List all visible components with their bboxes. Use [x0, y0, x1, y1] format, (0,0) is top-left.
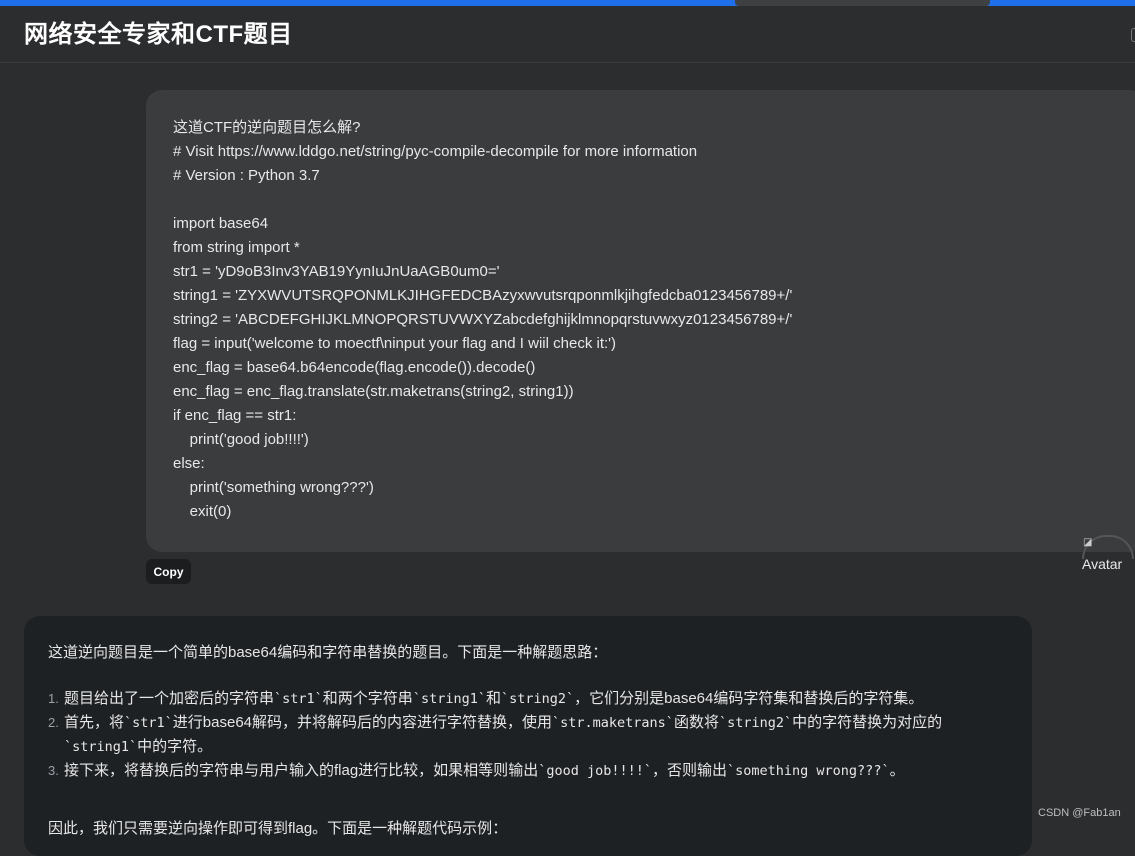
- list-number: 2.: [48, 715, 59, 730]
- user-message-bubble: 这道CTF的逆向题目怎么解? # Visit https://www.lddgo…: [146, 90, 1135, 552]
- header: 网络安全专家和CTF题目: [0, 6, 1135, 63]
- list-number: 1.: [48, 691, 59, 706]
- inline-code: `string1`: [64, 739, 138, 755]
- inline-code: `str.maketrans`: [552, 715, 674, 731]
- edge-handle[interactable]: [1131, 28, 1135, 42]
- avatar: ◪ Avatar: [1080, 533, 1135, 575]
- inline-code: `string2`: [718, 715, 793, 731]
- copy-button[interactable]: Copy: [146, 559, 191, 584]
- inline-code: `str1`: [124, 715, 173, 731]
- page-title: 网络安全专家和CTF题目: [24, 21, 293, 48]
- step-text: 题目给出了一个加密后的字符串`str1`和两个字符串`string1`和`str…: [64, 690, 924, 707]
- assistant-steps-list: 1. 题目给出了一个加密后的字符串`str1`和两个字符串`string1`和`s…: [48, 687, 1008, 783]
- assistant-message-bubble: 这道逆向题目是一个简单的base64编码和字符串替换的题目。下面是一种解题思路：…: [24, 616, 1032, 856]
- inline-code: `good job!!!!`: [538, 763, 652, 779]
- user-message-text: 这道CTF的逆向题目怎么解? # Visit https://www.lddgo…: [173, 119, 793, 520]
- broken-image-icon: ◪: [1083, 537, 1093, 548]
- list-item: 2. 首先，将`str1`进行base64解码，并将解码后的内容进行字符替换，使用…: [48, 711, 1008, 759]
- list-number: 3.: [48, 763, 59, 778]
- inline-code: `str1`: [274, 691, 323, 707]
- step-text: 接下来，将替换后的字符串与用户输入的flag进行比较，如果相等则输出`good …: [64, 762, 905, 779]
- step-text: 首先，将`str1`进行base64解码，并将解码后的内容进行字符替换，使用`s…: [64, 714, 943, 755]
- assistant-outro: 因此，我们只需要逆向操作即可得到flag。下面是一种解题代码示例：: [48, 820, 508, 837]
- list-item: 1. 题目给出了一个加密后的字符串`str1`和两个字符串`string1`和`s…: [48, 687, 1008, 711]
- inline-code: `string2`: [500, 691, 575, 707]
- list-item: 3. 接下来，将替换后的字符串与用户输入的flag进行比较，如果相等则输出`goo…: [48, 759, 1008, 783]
- assistant-intro: 这道逆向题目是一个简单的base64编码和字符串替换的题目。下面是一种解题思路：: [48, 644, 608, 661]
- watermark: CSDN @Fab1an: [1038, 807, 1121, 819]
- avatar-alt-text: Avatar: [1082, 556, 1123, 572]
- inline-code: `something wrong???`: [727, 763, 890, 779]
- inline-code: `string1`: [412, 691, 486, 707]
